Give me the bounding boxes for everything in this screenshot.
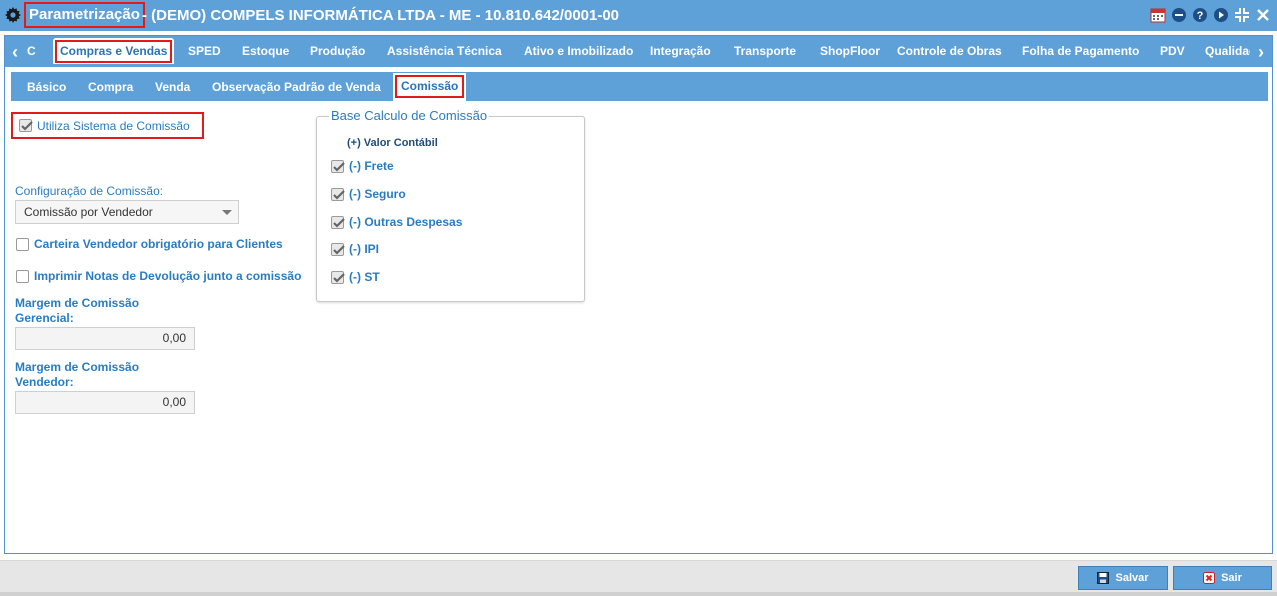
play-icon[interactable] [1213, 7, 1229, 23]
margem-vendedor-label: Margem de Comissão Vendedor: [15, 360, 139, 390]
save-icon [1097, 572, 1110, 584]
main-tab-strip: C Compras e Vendas SPED Estoque Produção… [23, 36, 1250, 67]
config-comissao-value: Comissão por Vendedor [24, 205, 153, 219]
outras-despesas-checkbox[interactable] [331, 215, 345, 229]
subtab-comissao-label: Comissão [395, 75, 465, 98]
tab-estoque[interactable]: Estoque [242, 42, 289, 60]
seguro-checkbox[interactable] [331, 187, 345, 201]
utiliza-sistema-checkbox-row[interactable]: Utiliza Sistema de Comissão [11, 112, 204, 139]
margem-gerencial-label-line2: Gerencial: [15, 311, 74, 325]
ipi-label: (-) IPI [349, 242, 379, 256]
tab-folha-de-pagamento[interactable]: Folha de Pagamento [1022, 42, 1139, 60]
frete-checkbox[interactable] [331, 159, 345, 173]
tab-compras-e-vendas[interactable]: Compras e Vendas [53, 38, 175, 64]
tab-compras-e-vendas-label: Compras e Vendas [55, 40, 173, 63]
imprimir-notas-checkbox[interactable] [16, 269, 29, 283]
tab-controle-de-obras[interactable]: Controle de Obras [897, 42, 1002, 60]
margem-gerencial-input[interactable]: 0,00 [15, 327, 195, 350]
svg-text:?: ? [1197, 10, 1204, 22]
utiliza-sistema-checkbox[interactable] [19, 119, 33, 132]
margem-gerencial-label: Margem de Comissão Gerencial: [15, 296, 139, 326]
ipi-row[interactable]: (-) IPI [331, 242, 379, 256]
footer-bar: Salvar Sair [0, 560, 1277, 596]
exit-button[interactable]: Sair [1173, 566, 1272, 590]
base-calculo-fieldset: Base Calculo de Comissão (+) Valor Contá… [316, 109, 585, 302]
margem-vendedor-label-line1: Margem de Comissão [15, 360, 140, 374]
comissao-content: Utiliza Sistema de Comissão Configuração… [5, 102, 1272, 553]
carteira-vendedor-checkbox[interactable] [16, 237, 29, 251]
save-button[interactable]: Salvar [1078, 566, 1168, 590]
help-icon[interactable]: ? [1192, 7, 1208, 23]
tab-c[interactable]: C [27, 42, 36, 60]
title-bar: Parametrização - (DEMO) COMPELS INFORMÁT… [0, 0, 1277, 31]
exit-icon [1203, 572, 1216, 584]
main-tab-bar: ‹ C Compras e Vendas SPED Estoque Produç… [5, 36, 1272, 67]
base-calculo-legend: Base Calculo de Comissão [329, 108, 490, 123]
outras-despesas-row[interactable]: (-) Outras Despesas [331, 215, 462, 229]
subtab-compra[interactable]: Compra [88, 79, 133, 95]
carteira-vendedor-label: Carteira Vendedor obrigatório para Clien… [34, 237, 283, 251]
imprimir-notas-row[interactable]: Imprimir Notas de Devolução junto a comi… [16, 269, 301, 283]
st-label: (-) ST [349, 270, 380, 284]
bottom-scroll-strip [0, 592, 1277, 596]
tab-transporte[interactable]: Transporte [734, 42, 796, 60]
subtab-basico[interactable]: Básico [27, 79, 66, 95]
valor-contabil-label: (+) Valor Contábil [347, 137, 438, 149]
config-comissao-select[interactable]: Comissão por Vendedor [15, 200, 239, 224]
carteira-vendedor-row[interactable]: Carteira Vendedor obrigatório para Clien… [16, 237, 283, 251]
close-icon[interactable] [1255, 7, 1271, 23]
calendar-icon[interactable] [1150, 7, 1166, 23]
save-button-label: Salvar [1115, 572, 1149, 584]
subtab-comissao[interactable]: Comissão [393, 73, 467, 101]
tab-assistencia-tecnica[interactable]: Assistência Técnica [387, 42, 502, 60]
st-checkbox[interactable] [331, 270, 345, 284]
exit-button-label: Sair [1221, 572, 1242, 584]
window-controls: ? [1150, 7, 1271, 23]
tab-shopfloor[interactable]: ShopFloor [820, 42, 880, 60]
tab-integracao[interactable]: Integração [650, 42, 711, 60]
ipi-checkbox[interactable] [331, 242, 345, 256]
st-row[interactable]: (-) ST [331, 270, 380, 284]
tab-sped[interactable]: SPED [188, 42, 221, 60]
config-comissao-label: Configuração de Comissão: [15, 184, 164, 198]
tab-producao[interactable]: Produção [310, 42, 365, 60]
tabs-scroll-left-icon[interactable]: ‹ [8, 42, 22, 63]
app-title: Parametrização [24, 2, 145, 28]
margem-gerencial-label-line1: Margem de Comissão [15, 296, 140, 310]
frete-row[interactable]: (-) Frete [331, 159, 394, 173]
subtab-venda[interactable]: Venda [155, 79, 190, 95]
seguro-row[interactable]: (-) Seguro [331, 187, 406, 201]
utiliza-sistema-label: Utiliza Sistema de Comissão [37, 118, 190, 133]
gear-icon[interactable] [5, 7, 21, 23]
minimize-icon[interactable] [1171, 7, 1187, 23]
sub-tab-bar: Básico Compra Venda Observação Padrão de… [11, 72, 1268, 101]
margem-vendedor-input[interactable]: 0,00 [15, 391, 195, 414]
chevron-down-icon [222, 210, 232, 215]
frete-label: (-) Frete [349, 159, 394, 173]
seguro-label: (-) Seguro [349, 187, 406, 201]
company-title: - (DEMO) COMPELS INFORMÁTICA LTDA - ME -… [142, 7, 620, 24]
subtab-observacao-padrao-de-venda[interactable]: Observação Padrão de Venda [212, 79, 381, 95]
tab-ativo-e-imobilizado[interactable]: Ativo e Imobilizado [524, 42, 633, 60]
main-panel: ‹ C Compras e Vendas SPED Estoque Produç… [4, 35, 1273, 554]
restore-icon[interactable] [1234, 7, 1250, 23]
outras-despesas-label: (-) Outras Despesas [349, 215, 463, 229]
imprimir-notas-label: Imprimir Notas de Devolução junto a comi… [34, 269, 302, 283]
tab-pdv[interactable]: PDV [1160, 42, 1185, 60]
margem-vendedor-label-line2: Vendedor: [15, 375, 74, 389]
tabs-scroll-right-icon[interactable]: › [1254, 42, 1268, 63]
tab-qualidade[interactable]: Qualidad [1205, 42, 1250, 60]
